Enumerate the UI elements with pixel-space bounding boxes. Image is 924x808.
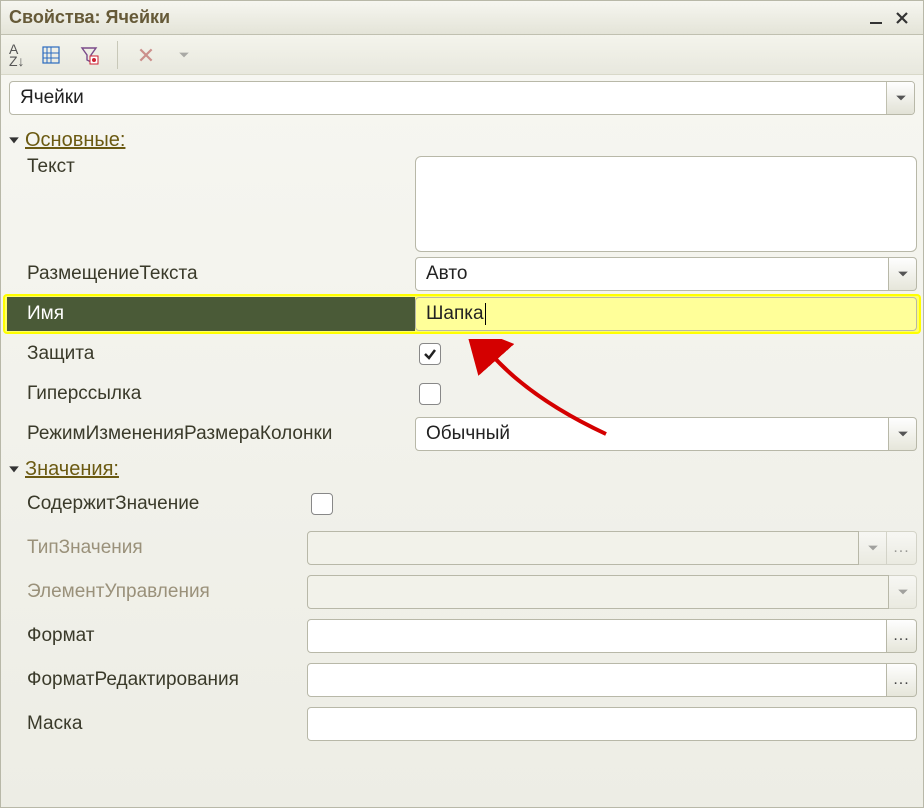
mask-input[interactable] [307, 707, 917, 741]
chevron-down-icon [7, 463, 21, 477]
protect-checkbox[interactable] [419, 343, 441, 365]
label-text: Текст [7, 156, 415, 178]
row-mask: Маска [7, 705, 917, 743]
type-input [307, 531, 859, 565]
section-main-title: Основные: [25, 129, 125, 152]
properties-panel: Свойства: Ячейки AZ↓ Ячейки [0, 0, 924, 808]
resize-dropdown[interactable] [889, 417, 917, 451]
row-format: Формат ... [7, 617, 917, 655]
type-dropdown [859, 531, 887, 565]
content-area: Основные: Текст РазмещениеТекста Авто Им… [1, 121, 923, 743]
window-title: Свойства: Ячейки [9, 7, 863, 28]
label-resize: РежимИзмененияРазмераКолонки [7, 423, 415, 445]
sort-az-icon: AZ↓ [9, 43, 25, 67]
row-name: Имя Шапка [5, 296, 919, 332]
label-contains: СодержитЗначение [7, 493, 307, 515]
row-resize: РежимИзмененияРазмераКолонки Обычный [7, 416, 917, 452]
object-selector[interactable]: Ячейки [9, 81, 915, 115]
titlebar: Свойства: Ячейки [1, 1, 923, 35]
separator [117, 41, 118, 69]
label-placement: РазмещениеТекста [7, 263, 415, 285]
delete-button[interactable] [130, 39, 162, 71]
categories-button[interactable] [35, 39, 67, 71]
row-type: ТипЗначения ... [7, 529, 917, 567]
control-input [307, 575, 889, 609]
toolbar: AZ↓ [1, 35, 923, 75]
text-input[interactable] [415, 156, 917, 252]
control-dropdown [889, 575, 917, 609]
object-selector-row: Ячейки [1, 75, 923, 121]
text-caret [485, 303, 486, 325]
label-name: Имя [7, 297, 415, 331]
section-main-header[interactable]: Основные: [7, 129, 917, 152]
resize-value[interactable]: Обычный [415, 417, 889, 451]
chevron-down-icon [7, 134, 21, 148]
row-link: Гиперссылка [7, 376, 917, 412]
link-checkbox[interactable] [419, 383, 441, 405]
name-input[interactable]: Шапка [415, 297, 917, 331]
label-type: ТипЗначения [7, 537, 307, 559]
label-link: Гиперссылка [7, 383, 415, 405]
row-placement: РазмещениеТекста Авто [7, 256, 917, 292]
label-protect: Защита [7, 343, 415, 365]
row-contains: СодержитЗначение [7, 485, 917, 523]
placement-value[interactable]: Авто [415, 257, 889, 291]
dropdown-button[interactable] [168, 39, 200, 71]
format-browse[interactable]: ... [887, 619, 917, 653]
label-format: Формат [7, 625, 307, 647]
editformat-input[interactable] [307, 663, 887, 697]
row-editformat: ФорматРедактирования ... [7, 661, 917, 699]
contains-checkbox[interactable] [311, 493, 333, 515]
label-control: ЭлементУправления [7, 581, 307, 603]
chevron-down-icon[interactable] [886, 82, 914, 114]
section-values-header[interactable]: Значения: [7, 458, 917, 481]
format-input[interactable] [307, 619, 887, 653]
type-browse: ... [887, 531, 917, 565]
minimize-button[interactable] [863, 5, 889, 31]
object-selector-value: Ячейки [10, 87, 886, 109]
name-value: Шапка [426, 303, 484, 325]
row-control: ЭлементУправления [7, 573, 917, 611]
placement-dropdown[interactable] [889, 257, 917, 291]
editformat-browse[interactable]: ... [887, 663, 917, 697]
section-values-title: Значения: [25, 458, 119, 481]
row-text: Текст [7, 156, 917, 252]
row-protect: Защита [7, 336, 917, 372]
filter-button[interactable] [73, 39, 105, 71]
close-button[interactable] [889, 5, 915, 31]
label-mask: Маска [7, 713, 307, 735]
label-editformat: ФорматРедактирования [7, 669, 307, 691]
